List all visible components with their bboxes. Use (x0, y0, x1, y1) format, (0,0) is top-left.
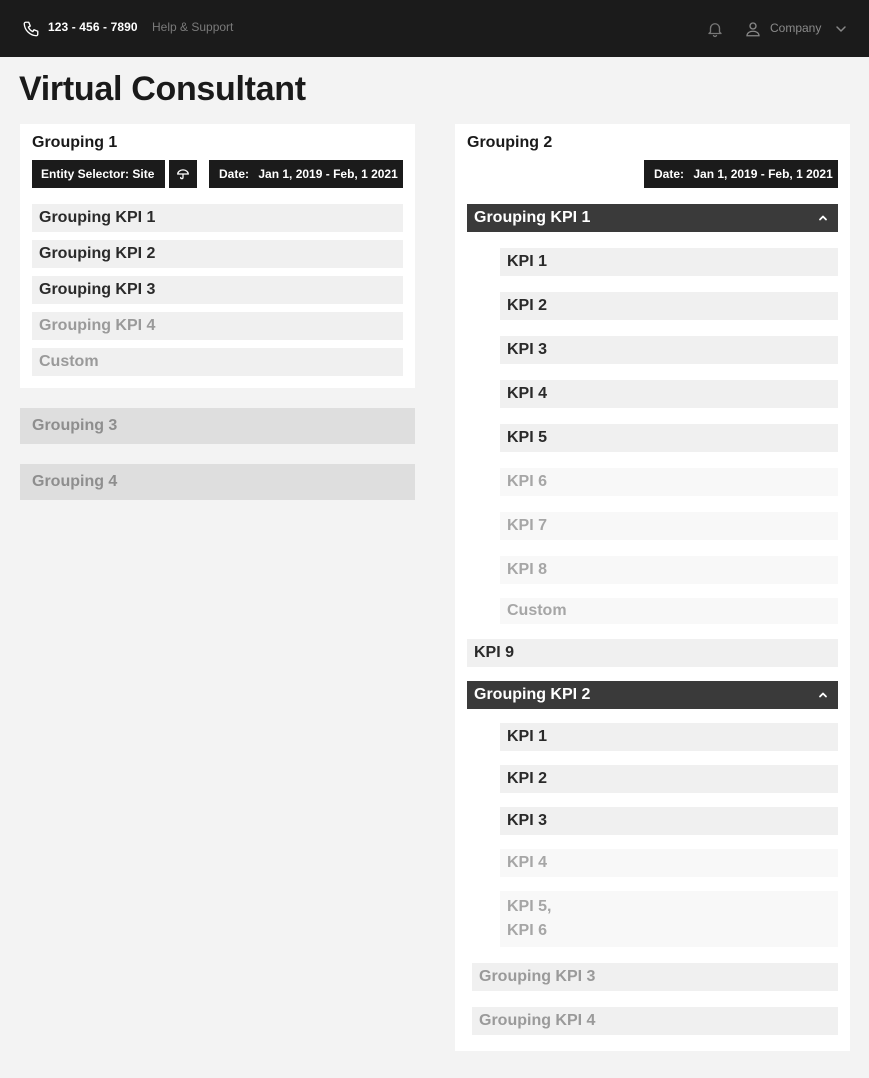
kpi-item[interactable]: KPI 2 (500, 292, 838, 320)
date-value: Jan 1, 2019 - Feb, 1 2021 (258, 167, 398, 181)
bell-icon[interactable] (706, 20, 724, 38)
kpi-item[interactable]: KPI 1 (500, 248, 838, 276)
grouping-3-collapsed[interactable]: Grouping 3 (20, 408, 415, 444)
grouping-kpi-item[interactable]: Grouping KPI 1 (32, 204, 403, 232)
date-value: Jan 1, 2019 - Feb, 1 2021 (693, 167, 833, 181)
grouping-kpi-2-label: Grouping KPI 2 (474, 686, 591, 703)
kpi-item[interactable]: KPI 2 (500, 765, 838, 793)
grouping-1-title: Grouping 1 (32, 134, 118, 151)
kpi-multi-line-1: KPI 5, (507, 898, 552, 915)
kpi-item[interactable]: KPI 5 (500, 424, 838, 452)
grouping-2-panel: Grouping 2 Date: Jan 1, 2019 - Feb, 1 20… (455, 124, 850, 1051)
chevron-up-icon[interactable] (818, 213, 828, 223)
entity-selector-button[interactable]: Entity Selector: Site (32, 160, 165, 188)
grouping-kpi-4-item[interactable]: Grouping KPI 4 (472, 1007, 838, 1035)
grouping-4-collapsed[interactable]: Grouping 4 (20, 464, 415, 500)
date-range-button[interactable]: Date: Jan 1, 2019 - Feb, 1 2021 (209, 160, 403, 188)
kpi-item[interactable]: KPI 6 (500, 468, 838, 496)
custom-item[interactable]: Custom (500, 598, 838, 624)
kpi-item[interactable]: KPI 4 (500, 380, 838, 408)
date-range-button[interactable]: Date: Jan 1, 2019 - Feb, 1 2021 (644, 160, 838, 188)
grouping-kpi-1-label: Grouping KPI 1 (474, 209, 591, 226)
phone-icon (23, 21, 39, 37)
grouping-kpi-item[interactable]: Grouping KPI 2 (32, 240, 403, 268)
kpi-item[interactable]: KPI 3 (500, 336, 838, 364)
filter-toggle-button[interactable] (169, 160, 197, 188)
grouping-kpi-2-header[interactable]: Grouping KPI 2 (467, 681, 838, 709)
company-menu[interactable]: Company (770, 21, 821, 35)
phone-number[interactable]: 123 - 456 - 7890 (48, 20, 138, 34)
entity-selector-label: Entity Selector: Site (41, 167, 155, 181)
grouping-kpi-3-item[interactable]: Grouping KPI 3 (472, 963, 838, 991)
kpi-multi-item[interactable]: KPI 5, KPI 6 (500, 891, 838, 947)
help-support-link[interactable]: Help & Support (152, 20, 233, 34)
grouping-2-title: Grouping 2 (467, 134, 553, 151)
user-icon[interactable] (744, 20, 762, 38)
kpi-item[interactable]: KPI 8 (500, 556, 838, 584)
kpi-9-item[interactable]: KPI 9 (467, 639, 838, 667)
grouping-kpi-1-header[interactable]: Grouping KPI 1 (467, 204, 838, 232)
kpi-item[interactable]: KPI 1 (500, 723, 838, 751)
grouping-1-panel: Grouping 1 Entity Selector: Site Date: J… (20, 124, 415, 388)
custom-item[interactable]: Custom (32, 348, 403, 376)
kpi-multi-line-2: KPI 6 (507, 922, 548, 939)
page-title: Virtual Consultant (19, 70, 306, 108)
kpi-item[interactable]: KPI 7 (500, 512, 838, 540)
date-label: Date: (654, 167, 685, 181)
grouping-kpi-item[interactable]: Grouping KPI 3 (32, 276, 403, 304)
chevron-down-icon[interactable] (833, 21, 849, 37)
top-bar: 123 - 456 - 7890 Help & Support Company (0, 0, 869, 57)
date-label: Date: (219, 167, 250, 181)
grouping-kpi-item[interactable]: Grouping KPI 4 (32, 312, 403, 340)
chevron-up-icon[interactable] (818, 690, 828, 700)
kpi-item[interactable]: KPI 4 (500, 849, 838, 877)
kpi-item[interactable]: KPI 3 (500, 807, 838, 835)
umbrella-icon (177, 169, 189, 180)
